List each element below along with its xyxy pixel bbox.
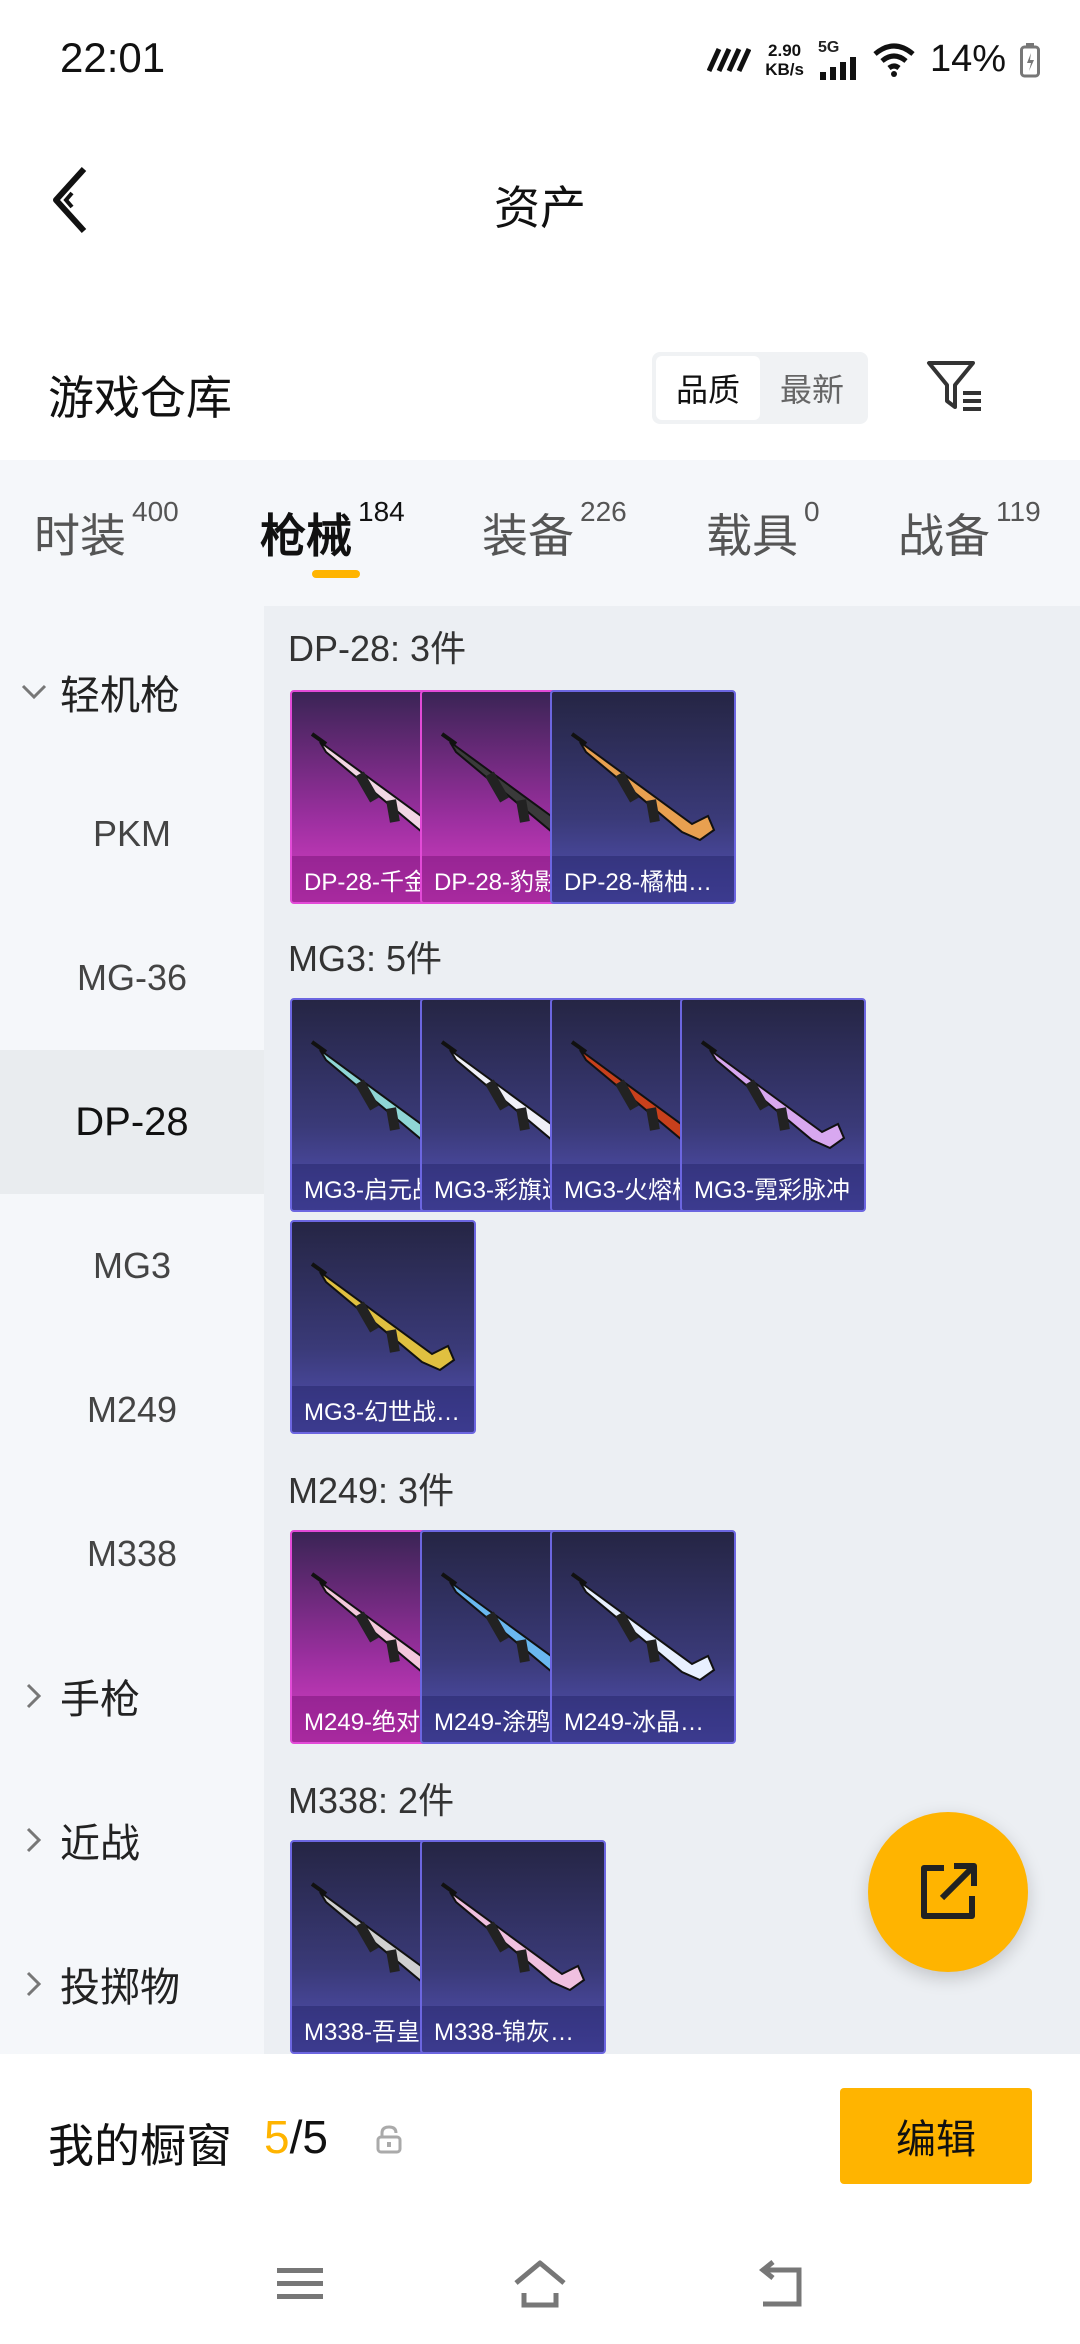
weapon-name: M338-锦灰… xyxy=(422,2006,604,2052)
signal-icon xyxy=(819,56,856,80)
tab-label: 战备 xyxy=(898,510,990,562)
tab-label: 枪械 xyxy=(260,510,352,562)
sidebar-item-mg-36[interactable]: MG-36 xyxy=(0,906,264,1050)
return-button[interactable] xyxy=(750,2254,810,2314)
tab-count: 400 xyxy=(132,496,179,527)
sidebar-group-label: 投掷物 xyxy=(60,1966,180,2010)
sidebar-item-mg3[interactable]: MG3 xyxy=(0,1194,264,1338)
return-icon xyxy=(758,2260,802,2307)
weapon-image-icon xyxy=(570,1572,716,1682)
chevron-down-icon xyxy=(20,678,48,706)
sidebar-item-m338[interactable]: M338 xyxy=(0,1482,264,1626)
header: 资产 xyxy=(0,150,1080,250)
network-type: 5G xyxy=(817,38,840,56)
tab-count: 184 xyxy=(358,496,405,527)
sidebar-item-dp-28[interactable]: DP-28 xyxy=(0,1050,264,1194)
sort-toggle: 品质 最新 xyxy=(652,352,868,424)
sidebar-group-pistol[interactable]: 手枪 xyxy=(20,1666,140,1726)
weapon-name: MG3-霓彩脉冲 xyxy=(682,1164,864,1210)
carrier-logo-icon xyxy=(707,47,752,72)
weapon-image-icon xyxy=(700,1040,846,1150)
tab-indicator xyxy=(312,570,360,578)
tab-count: 0 xyxy=(804,496,820,527)
tab-supplies[interactable]: 战备 119 xyxy=(898,496,1041,566)
battery-icon xyxy=(1020,42,1040,77)
tab-count: 119 xyxy=(996,496,1041,527)
tab-label: 装备 xyxy=(482,510,574,562)
sort-option-quality[interactable]: 品质 xyxy=(656,356,760,420)
weapon-card[interactable]: M338-锦灰… xyxy=(420,1840,606,2054)
sidebar-item-pkm[interactable]: PKM xyxy=(0,762,264,906)
page-title: 资产 xyxy=(494,182,586,234)
sidebar-group-label: 近战 xyxy=(60,1822,140,1866)
chevron-right-icon xyxy=(20,1682,48,1710)
net-speed: 2.90 KB/s xyxy=(765,41,804,79)
warehouse-title: 游戏仓库 xyxy=(48,372,232,424)
weapon-card[interactable]: DP-28-橘柚… xyxy=(550,690,736,904)
weapon-image-icon xyxy=(440,1882,586,1992)
sidebar-group-melee[interactable]: 近战 xyxy=(20,1810,140,1870)
filter-button[interactable] xyxy=(920,352,990,422)
showcase-current: 5 xyxy=(264,2111,290,2163)
weapon-image-icon xyxy=(310,1262,456,1372)
tab-label: 时装 xyxy=(34,510,126,562)
showcase-count: 5/5 xyxy=(264,2110,328,2164)
showcase-label: 我的橱窗 xyxy=(48,2120,232,2172)
category-tabs: 时装 400 枪械 184 装备 226 载具 0 战备 119 xyxy=(0,460,1080,606)
wifi-icon xyxy=(873,43,915,77)
system-nav-bar xyxy=(0,2214,1080,2344)
group-title-mg3: MG3: 5件 xyxy=(288,938,443,979)
sidebar: 轻机枪 PKM MG-36 DP-28 MG3 M249 M338 手枪 近战 … xyxy=(0,606,264,2054)
sidebar-group-light-machine-gun[interactable]: 轻机枪 xyxy=(20,662,180,722)
group-title-m249: M249: 3件 xyxy=(288,1470,455,1511)
status-bar: 22:01 2.90 KB/s 5G 14% xyxy=(0,0,1080,120)
weapon-card[interactable]: M249-冰晶… xyxy=(550,1530,736,1744)
net-speed-unit: KB/s xyxy=(765,59,804,79)
edit-button[interactable]: 编辑 xyxy=(840,2088,1032,2184)
share-button[interactable] xyxy=(868,1812,1028,1972)
status-icons: 2.90 KB/s 5G 14% xyxy=(707,38,1040,81)
net-speed-value: 2.90 xyxy=(768,40,802,60)
sort-option-newest[interactable]: 最新 xyxy=(760,356,864,420)
status-time: 22:01 xyxy=(60,34,166,81)
group-title-m338: M338: 2件 xyxy=(288,1780,455,1821)
filter-icon xyxy=(927,361,981,411)
lock-icon xyxy=(376,2125,402,2154)
tab-label: 载具 xyxy=(706,510,798,562)
tab-equipment[interactable]: 装备 226 xyxy=(482,496,627,566)
cell-signal: 5G xyxy=(817,38,858,80)
weapon-name: M249-冰晶… xyxy=(552,1696,734,1742)
tab-firearms[interactable]: 枪械 184 xyxy=(260,496,405,566)
home-icon xyxy=(514,2260,566,2308)
showcase-total: /5 xyxy=(289,2111,328,2163)
chevron-right-icon xyxy=(20,1826,48,1854)
group-title-dp-28: DP-28: 3件 xyxy=(288,628,467,669)
share-icon xyxy=(921,1863,977,1919)
showcase-bar: 我的橱窗 5/5 编辑 xyxy=(0,2054,1080,2214)
weapon-card[interactable]: MG3-霓彩脉冲 xyxy=(680,998,866,1212)
sidebar-group-label: 轻机枪 xyxy=(60,674,180,718)
home-button[interactable] xyxy=(510,2254,570,2314)
weapon-name: MG3-幻世战… xyxy=(292,1386,474,1432)
tab-count: 226 xyxy=(580,496,627,527)
chevron-right-icon xyxy=(20,1970,48,1998)
menu-icon xyxy=(277,2268,323,2299)
menu-button[interactable] xyxy=(270,2254,330,2314)
sidebar-group-throwables[interactable]: 投掷物 xyxy=(20,1954,180,2014)
weapon-name: DP-28-橘柚… xyxy=(552,856,734,902)
sidebar-group-label: 手枪 xyxy=(60,1678,140,1722)
tab-vehicles[interactable]: 载具 0 xyxy=(706,496,820,566)
tab-fashion[interactable]: 时装 400 xyxy=(34,496,179,566)
battery-percent: 14% xyxy=(929,38,1006,80)
sidebar-item-m249[interactable]: M249 xyxy=(0,1338,264,1482)
weapon-image-icon xyxy=(570,732,716,842)
weapon-card[interactable]: MG3-幻世战… xyxy=(290,1220,476,1434)
